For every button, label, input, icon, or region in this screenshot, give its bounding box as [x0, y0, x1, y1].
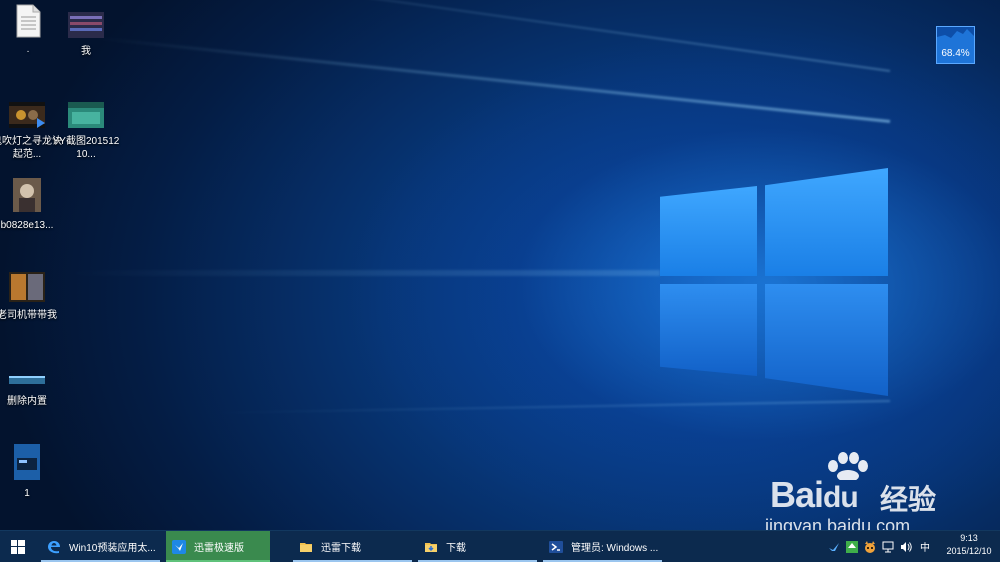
clock-date: 2015/12/10	[946, 546, 992, 556]
image-thumbnail-icon	[68, 102, 104, 128]
video-thumbnail-icon	[9, 102, 45, 128]
upload-icon[interactable]	[846, 540, 858, 553]
taskbar-item-powershell[interactable]: 管理员: Windows ...	[543, 531, 662, 562]
windows-logo-pane	[660, 186, 757, 276]
windows-logo-pane	[660, 284, 757, 376]
folder-download-icon	[425, 542, 437, 552]
document-icon	[16, 4, 41, 38]
desktop-icon-shortcut[interactable]: 删除内置	[0, 372, 62, 408]
desktop-icon-screenshot[interactable]: YY截图20151210...	[51, 102, 121, 161]
performance-value: 68.4%	[941, 48, 970, 59]
light-beam	[200, 400, 891, 415]
image-thumbnail-icon	[68, 12, 104, 38]
image-thumbnail-icon	[14, 444, 40, 480]
image-thumbnail-icon	[9, 376, 45, 384]
volume-icon[interactable]	[900, 541, 912, 553]
performance-widget[interactable]: 68.4%	[936, 26, 975, 64]
taskbar-item-label: 迅雷极速版	[194, 543, 244, 554]
desktop-icon-label: 删除内置	[7, 396, 47, 407]
windows-logo-pane	[765, 284, 888, 396]
desktop-icon-label: 1	[24, 488, 30, 499]
desktop-icon-label: YY截图20151210...	[52, 136, 120, 160]
watermark-logo: Baidu	[770, 474, 859, 515]
taskbar-item-thunder[interactable]: 迅雷极速版	[166, 531, 270, 562]
image-thumbnail-icon	[13, 178, 41, 212]
taskbar-item-label: 迅雷下载	[321, 543, 361, 554]
start-button[interactable]	[0, 531, 36, 562]
powershell-icon	[549, 540, 563, 553]
clock-time: 9:13	[960, 533, 978, 543]
taskbar-item-edge[interactable]: Win10预装应用太...	[41, 531, 160, 562]
input-method-indicator[interactable]: 中	[920, 539, 930, 554]
windows-logo-pane	[765, 168, 888, 276]
baidu-jingyan-watermark: Baidu 经验 jingyan.baidu.com	[765, 452, 990, 530]
desktop-icon-shortcut[interactable]: 我	[51, 12, 121, 58]
taskbar-item-folder[interactable]: 下载	[418, 531, 537, 562]
thunder-icon	[172, 539, 186, 554]
watermark-url: jingyan.baidu.com	[765, 516, 911, 530]
taskbar-item-label: 下载	[446, 543, 466, 554]
desktop-icon-image[interactable]: 1	[0, 444, 62, 500]
desktop-icon-label: 老司机带带我	[0, 310, 57, 321]
system-tray: 中	[828, 531, 930, 562]
cat-icon[interactable]	[864, 540, 876, 553]
light-beam	[127, 0, 891, 72]
desktop-wallpaper: · 我 鬼吹灯之寻龙诀 起范... YY截图20151210...	[0, 0, 1000, 530]
cpu-graph-icon	[937, 27, 974, 38]
video-thumbnail-icon	[9, 272, 45, 302]
taskbar-item-label: 管理员: Windows ...	[571, 543, 659, 554]
watermark-brand: 经验	[880, 484, 937, 515]
light-beam	[94, 36, 891, 123]
taskbar-item-label: Win10预装应用太...	[69, 543, 156, 554]
desktop-icon-video[interactable]: 老司机带带我	[0, 272, 62, 322]
light-beam	[60, 270, 660, 276]
taskbar-item-folder[interactable]: 迅雷下载	[293, 531, 412, 562]
bird-icon[interactable]	[828, 541, 840, 553]
taskbar-clock[interactable]: 9:13 2015/12/10	[940, 532, 998, 558]
desktop-icon-image[interactable]: b0828e13...	[0, 178, 62, 232]
desktop-icon-label: 我	[81, 46, 91, 57]
edge-icon	[48, 540, 60, 553]
windows-start-icon	[11, 539, 25, 554]
taskbar: Win10预装应用太... 迅雷极速版 迅雷下载 下载 管理员: Windows…	[0, 530, 1000, 562]
network-icon[interactable]	[882, 541, 894, 553]
desktop-icon-label: b0828e13...	[0, 220, 54, 231]
folder-icon	[300, 542, 312, 552]
